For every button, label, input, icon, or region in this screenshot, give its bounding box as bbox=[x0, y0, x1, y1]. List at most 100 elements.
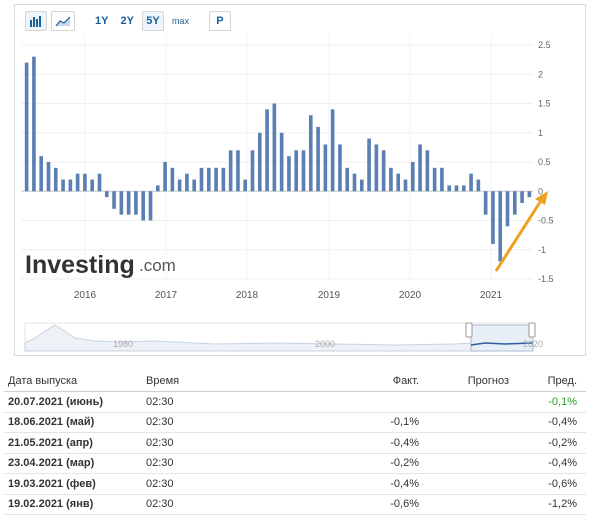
row-date: 18.06.2021 (май) bbox=[8, 416, 95, 429]
bar bbox=[279, 132, 284, 192]
header-previous[interactable]: Пред. bbox=[509, 375, 581, 387]
y-tick-label: -0.5 bbox=[538, 216, 554, 226]
x-tick-label: 2020 bbox=[399, 290, 422, 301]
header-forecast[interactable]: Прогноз bbox=[419, 375, 509, 387]
bar bbox=[75, 173, 80, 192]
navigator-left-handle[interactable] bbox=[465, 322, 473, 338]
navigator-right-handle[interactable] bbox=[528, 322, 536, 338]
row-time: 02:30 bbox=[146, 395, 174, 408]
table-row: 19.02.2021 (янв) 02:30 -0,6% -1,2% bbox=[4, 495, 586, 515]
table-row: 20.07.2021 (июнь) 02:30 -0,1% bbox=[4, 392, 586, 413]
bar bbox=[316, 126, 320, 192]
bar bbox=[352, 173, 357, 192]
bar bbox=[359, 179, 364, 192]
bar bbox=[68, 179, 73, 192]
table-row: 23.04.2021 (мар) 02:30 -0,2% -0,4% bbox=[4, 454, 586, 474]
bar bbox=[250, 150, 255, 192]
bar bbox=[112, 191, 116, 209]
row-date: 19.02.2021 (янв) bbox=[8, 498, 94, 511]
bar bbox=[272, 103, 277, 192]
row-actual: -0,4% bbox=[390, 477, 419, 490]
bar bbox=[505, 191, 510, 227]
row-previous: -0,4% bbox=[548, 416, 577, 429]
navigator[interactable]: 1980 2000 2020 bbox=[24, 322, 543, 352]
x-tick-label: 2017 bbox=[155, 290, 178, 301]
bar bbox=[265, 109, 269, 192]
row-previous: -0,6% bbox=[548, 477, 577, 490]
y-tick-label: 1.5 bbox=[538, 99, 551, 109]
bar bbox=[491, 191, 495, 244]
row-date: 20.07.2021 (июнь) bbox=[8, 395, 103, 408]
bar bbox=[308, 115, 313, 192]
navigator-label-2020: 2020 bbox=[523, 339, 543, 349]
bar bbox=[432, 167, 437, 192]
row-time: 02:30 bbox=[146, 436, 174, 449]
bar-chart: 2.521.510.50-0.5-1-1.5 2016 2017 2018 2019 2… bbox=[21, 35, 554, 352]
bar bbox=[163, 162, 167, 192]
bar bbox=[527, 191, 532, 198]
x-tick-label: 2016 bbox=[74, 290, 97, 301]
bar bbox=[483, 191, 488, 215]
bar bbox=[520, 191, 524, 203]
bar bbox=[39, 156, 44, 192]
row-previous: -0,1% bbox=[548, 395, 577, 408]
bar bbox=[410, 162, 415, 192]
table-header-row: Дата выпуска Время Факт. Прогноз Пред. bbox=[4, 370, 586, 392]
row-previous: -1,2% bbox=[548, 498, 577, 511]
bar bbox=[214, 167, 218, 192]
row-previous: -0,4% bbox=[548, 457, 577, 470]
bar bbox=[476, 179, 481, 192]
bar bbox=[32, 56, 36, 192]
bar bbox=[403, 179, 408, 192]
bar bbox=[389, 167, 393, 192]
bar bbox=[90, 179, 95, 192]
y-tick-label: 2 bbox=[538, 69, 543, 79]
bar bbox=[177, 179, 182, 192]
bar bbox=[53, 167, 58, 192]
bar bbox=[257, 132, 262, 192]
bar bbox=[440, 167, 444, 192]
watermark-brand: Investing bbox=[25, 251, 135, 279]
bar bbox=[228, 150, 233, 192]
header-release-date[interactable]: Дата выпуска bbox=[4, 375, 144, 387]
bar bbox=[61, 179, 65, 192]
bar bbox=[192, 179, 197, 192]
bar bbox=[148, 191, 153, 221]
row-actual: -0,4% bbox=[390, 436, 419, 449]
bar bbox=[418, 144, 422, 192]
bar bbox=[454, 185, 459, 192]
watermark-suffix: .com bbox=[139, 256, 176, 275]
y-tick-label: 1 bbox=[538, 128, 543, 138]
chart-panel: 1Y 2Y 5Y max P 2.5 2 1.5 1 0.5 0 -0.5 -1 -1.5 20… bbox=[14, 4, 586, 356]
bar bbox=[330, 109, 335, 192]
bar bbox=[374, 144, 379, 192]
bar bbox=[185, 173, 189, 192]
row-date: 21.05.2021 (апр) bbox=[8, 436, 93, 449]
bar bbox=[287, 156, 291, 192]
row-time: 02:30 bbox=[146, 498, 174, 511]
bar bbox=[381, 150, 386, 192]
row-actual: -0,6% bbox=[390, 498, 419, 511]
bar bbox=[24, 62, 29, 192]
bar bbox=[46, 162, 51, 192]
row-time: 02:30 bbox=[146, 477, 174, 490]
bar bbox=[243, 179, 248, 192]
bar bbox=[498, 191, 503, 262]
table-row: 21.05.2021 (апр) 02:30 -0,4% -0,2% bbox=[4, 433, 586, 454]
row-date: 23.04.2021 (мар) bbox=[8, 457, 95, 470]
bar bbox=[119, 191, 124, 215]
bar bbox=[367, 138, 371, 192]
bar bbox=[461, 185, 466, 192]
trend-arrow-line bbox=[494, 198, 544, 272]
bar bbox=[323, 144, 328, 192]
bar bbox=[469, 173, 473, 192]
row-date: 19.03.2021 (фев) bbox=[8, 477, 96, 490]
bar bbox=[104, 191, 109, 198]
bar bbox=[345, 167, 350, 192]
bar bbox=[126, 191, 131, 215]
bar bbox=[97, 173, 102, 192]
bar bbox=[155, 185, 160, 192]
y-tick-label: -1.5 bbox=[538, 274, 554, 284]
header-actual[interactable]: Факт. bbox=[264, 375, 419, 387]
header-time[interactable]: Время bbox=[144, 375, 264, 387]
